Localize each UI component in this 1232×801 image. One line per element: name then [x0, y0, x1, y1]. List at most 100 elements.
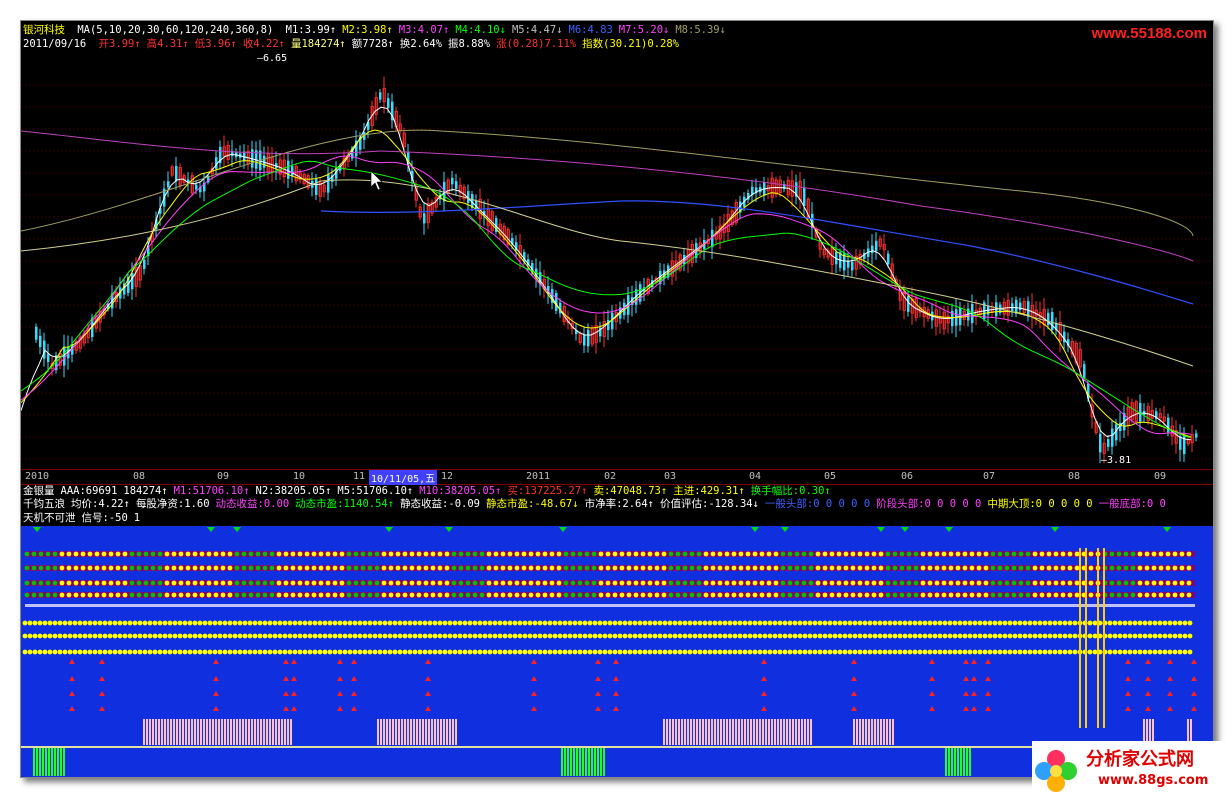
indicator1-item-3: M1:51706.10↑ [173, 485, 250, 497]
indicator2-item-12: 一般底部:0 0 [1098, 498, 1166, 510]
indicator1-item-9: 主进:429.31↑ [673, 485, 745, 497]
panel-divider [25, 604, 1195, 607]
green-marker-10 [945, 527, 953, 532]
quote-item-8: 涨(0.28)7.11% [496, 38, 577, 50]
stock-name: 银河科技 [23, 24, 65, 36]
ma60-line [21, 179, 1194, 367]
ma120-line [320, 200, 1194, 305]
green-marker-4 [445, 527, 453, 532]
indicator2-item-7: 市净率:2.64↑ [584, 498, 655, 510]
quote-item-3: 收4.22↑ [242, 38, 285, 50]
indicator1-item-0: 金银量 [23, 485, 55, 497]
date-cursor-label: 10/11/05,五 [369, 470, 438, 485]
indicator1-item-7: 买:137225.27↑ [507, 485, 588, 497]
quote-items: 开3.99↑ 高4.31↑ 低3.96↑ 收4.22↑ 量184274↑ 额7728↑ 换2… [99, 38, 685, 50]
low-price-label: —3.81 [1101, 455, 1131, 466]
axis-label-0: 2010 [25, 471, 50, 482]
axis-label-3: 10 [293, 471, 306, 482]
axis-label-8: 03 [664, 471, 677, 482]
quote-item-4: 量184274↑ [290, 38, 346, 50]
ma-value-5: M6:4.83 [568, 24, 613, 36]
indicator2-item-11: 中期大顶:0 0 0 0 0 [987, 498, 1093, 510]
indicator3-row: 天机不可泄 信号:-50 1 [23, 512, 146, 524]
axis-label-12: 07 [983, 471, 996, 482]
axis-label-7: 02 [604, 471, 617, 482]
green-marker-8 [877, 527, 885, 532]
axis-label-11: 06 [901, 471, 914, 482]
watermark-title: 分析家公式网 [1086, 749, 1194, 770]
indicator2-item-0: 千钧五浪 [23, 498, 65, 510]
watermark-top: www.55188.com [1091, 25, 1207, 42]
ma-value-2: M3:4.07↑ [398, 24, 450, 36]
green-marker-2 [233, 527, 241, 532]
axis-label-10: 05 [824, 471, 837, 482]
ma-values: M1:3.99↑ M2:3.98↑ M3:4.07↑ M4:4.10↓ M5:4.47↓… [286, 24, 732, 36]
quote-item-1: 高4.31↑ [146, 38, 189, 50]
indicator2-item-5: 静态收益:-0.09 [400, 498, 480, 510]
indicator1-item-10: 换手幅比:0.30↑ [750, 485, 831, 497]
indicator1-item-6: M10:38205.05↑ [419, 485, 502, 497]
quote-item-6: 换2.64% [399, 38, 442, 50]
axis-label-1: 08 [133, 471, 146, 482]
indicator2-item-9: 一般头部:0 0 0 0 0 [764, 498, 871, 510]
green-marker-1 [207, 527, 215, 532]
indicator3-item-2: 1 [133, 512, 141, 524]
ma-value-4: M5:4.47↓ [511, 24, 563, 36]
ma5-line [21, 106, 1192, 441]
ma-value-1: M2:3.98↑ [342, 24, 393, 36]
quote-item-7: 振8.88% [447, 38, 491, 50]
quote-item-2: 低3.96↑ [194, 38, 237, 50]
header-row: 银河科技 MA(5,10,20,30,60,120,240,360,8) M1:… [23, 24, 732, 36]
watermark-logo: 分析家公式网 www.88gs.com [1032, 741, 1228, 797]
indicator1-item-4: N2:38205.05↑ [255, 485, 332, 497]
green-marker-6 [751, 527, 759, 532]
green-marker-11 [1051, 527, 1059, 532]
indicator2-item-2: 每股净资:1.60 [135, 498, 210, 510]
quote-item-9: 指数(30.21)0.28% [582, 38, 679, 50]
axis-label-5: 12 [441, 471, 454, 482]
green-marker-5 [559, 527, 567, 532]
indicator3-item-1: 信号:-50 [81, 512, 128, 524]
candlestick-chart[interactable]: —6.65 —3.81 [21, 21, 1213, 469]
green-marker-12 [1163, 527, 1171, 532]
ma-value-6: M7:5.20↓ [618, 24, 670, 36]
quote-row: 2011/09/16 开3.99↑ 高4.31↑ 低3.96↑ 收4.22↑ 量1842… [23, 38, 685, 50]
indicator1-item-2: 184274↑ [123, 485, 168, 497]
axis-label-6: 2011 [526, 471, 551, 482]
signal-panel[interactable] [21, 526, 1213, 777]
indicator2-item-1: 均价:4.22↑ [71, 498, 130, 510]
indicator1-row: 金银量 AAA:69691 184274↑ M1:51706.10↑ N2:38205.… [23, 485, 837, 497]
green-marker-3 [385, 527, 393, 532]
axis-label-9: 04 [749, 471, 762, 482]
indicator2-item-4: 动态市盈:1140.54↑ [295, 498, 395, 510]
indicator3-item-0: 天机不可泄 [23, 512, 76, 524]
watermark-url: www.88gs.com [1098, 773, 1209, 788]
indicator1-item-1: AAA:69691 [60, 485, 118, 497]
quote-item-5: 额7728↑ [351, 38, 394, 50]
indicator2-item-10: 阶段头部:0 0 0 0 0 [876, 498, 982, 510]
chart-window: —6.65 —3.81 银河科技 MA(5,10,20,30,60,120,240… [20, 20, 1214, 778]
candles [35, 76, 1198, 464]
axis-label-13: 08 [1068, 471, 1081, 482]
indicator2-row: 千钧五浪 均价:4.22↑ 每股净资:1.60 动态收益:0.00 动态市盈:1140.… [23, 498, 1172, 510]
axis-label-2: 09 [217, 471, 230, 482]
ma-value-0: M1:3.99↑ [285, 24, 337, 36]
high-price-label: —6.65 [257, 53, 287, 64]
green-marker-7 [781, 527, 789, 532]
signal-graphics [21, 527, 1213, 776]
ma-label: MA(5,10,20,30,60,120,240,360,8) [77, 24, 274, 36]
ma-value-3: M4:4.10↓ [455, 24, 506, 36]
green-marker-9 [901, 527, 909, 532]
axis-label-14: 09 [1154, 471, 1167, 482]
indicator2-item-3: 动态收益:0.00 [215, 498, 290, 510]
quote-item-0: 开3.99↑ [98, 38, 141, 50]
green-marker-0 [33, 527, 41, 532]
indicator2-item-6: 静态市盈:-48.67↓ [486, 498, 579, 510]
indicator1-item-8: 卖:47048.73↑ [593, 485, 668, 497]
axis-label-4: 11 [353, 471, 366, 482]
indicator2-item-8: 价值评估:-128.34↓ [660, 498, 759, 510]
indicator1-item-5: M5:51706.10↑ [337, 485, 414, 497]
ma-value-7: M8:5.39↓ [675, 24, 726, 36]
quote-date: 2011/09/16 [23, 38, 87, 50]
time-axis: 2010 08 09 10 11 12 2011 02 03 04 05 06 07 08 09 10/11/… [21, 469, 1213, 485]
